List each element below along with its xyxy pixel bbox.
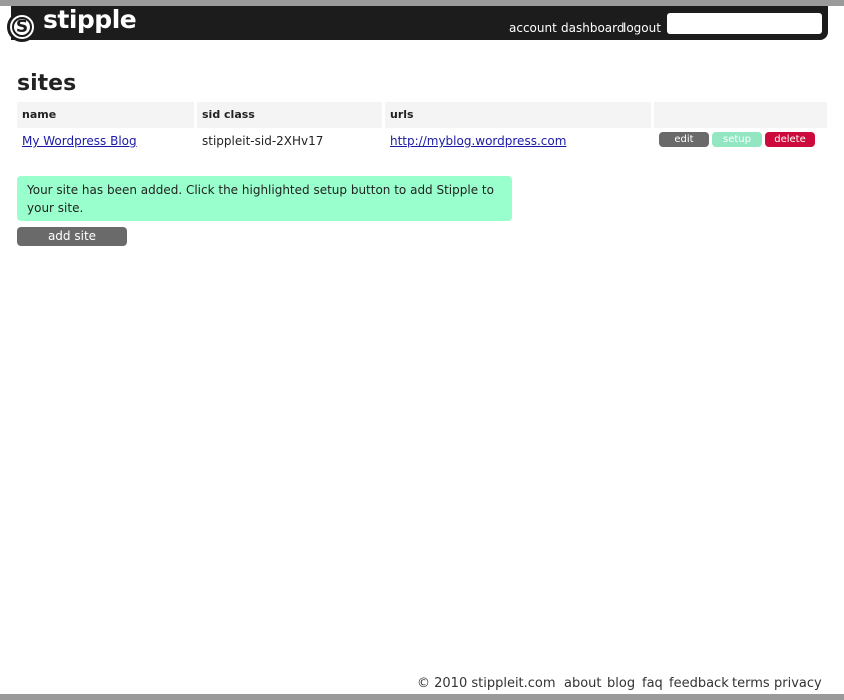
nav-logout-link[interactable]: logout (623, 20, 661, 36)
footer-link-blog[interactable]: blog (607, 676, 635, 692)
nav-dashboard-link[interactable]: dashboard (561, 20, 624, 36)
stipple-logo-icon[interactable]: S (7, 12, 37, 42)
site-sid-class: stippleit-sid-2XHv17 (202, 134, 324, 148)
edit-button[interactable]: edit (659, 132, 709, 147)
site-url-link[interactable]: http://myblog.wordpress.com (390, 133, 566, 149)
column-header-sid-class: sid class (197, 102, 382, 128)
footer-link-privacy[interactable]: privacy (774, 676, 822, 692)
site-name-link[interactable]: My Wordpress Blog (22, 133, 137, 149)
page-title: sites (17, 71, 77, 96)
column-header-actions (654, 102, 827, 128)
column-header-urls: urls (385, 102, 651, 128)
add-site-button[interactable]: add site (17, 227, 127, 246)
window-bottom-edge (0, 694, 844, 700)
footer-copyright: © 2010 stippleit.com (417, 676, 556, 691)
search-input[interactable] (667, 13, 822, 34)
logo-text[interactable]: stipple (43, 6, 137, 34)
logo-letter: S (15, 17, 29, 37)
nav-account-link[interactable]: account (509, 20, 557, 36)
delete-button[interactable]: delete (765, 132, 815, 147)
footer-link-faq[interactable]: faq (642, 676, 663, 692)
column-header-name: name (17, 102, 194, 128)
footer-link-terms[interactable]: terms (732, 676, 770, 692)
footer-link-about[interactable]: about (564, 676, 602, 692)
success-notice: Your site has been added. Click the high… (17, 176, 512, 221)
setup-button[interactable]: setup (712, 132, 762, 147)
footer-link-feedback[interactable]: feedback (669, 676, 729, 692)
